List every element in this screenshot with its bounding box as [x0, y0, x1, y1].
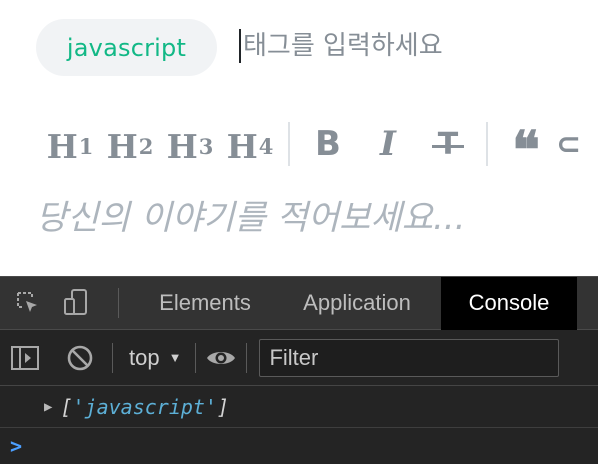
heading-4-button[interactable]: H4 [220, 118, 280, 170]
device-svg [64, 289, 87, 315]
tab-elements[interactable]: Elements [137, 277, 273, 330]
context-label: top [129, 344, 160, 370]
tab-application[interactable]: Application [273, 277, 441, 330]
heading-4-icon: H [226, 127, 258, 166]
inspect-element-icon[interactable] [4, 276, 52, 330]
link-icon: ⊂ [556, 126, 582, 162]
tab-console[interactable]: Console [441, 276, 577, 330]
sidebar-toggle-icon[interactable] [2, 331, 48, 385]
devtools-panel: Elements Application Console top ▼ Filte… [0, 276, 598, 464]
strikethrough-button[interactable]: T [418, 118, 478, 170]
quote-icon: ❝ [512, 120, 540, 181]
toolbar-divider [246, 342, 248, 373]
tag-input-wrapper [239, 22, 543, 70]
filter-input[interactable] [269, 344, 550, 371]
array-open-bracket: [ [60, 394, 73, 419]
eye-svg [207, 351, 236, 364]
live-expression-eye-icon[interactable] [196, 331, 246, 385]
device-toolbar-icon[interactable] [52, 276, 100, 330]
expand-arrow-icon[interactable]: ▶ [44, 399, 52, 415]
toolbar-divider [112, 342, 113, 373]
console-log-row: ▶ [ 'javascript' ] [0, 386, 598, 428]
sidebar-svg [11, 345, 39, 370]
dropdown-arrow-icon: ▼ [168, 350, 182, 365]
tag-chip-javascript[interactable]: javascript [36, 19, 217, 76]
toolbar-divider [288, 122, 290, 166]
tag-label: javascript [66, 33, 187, 62]
context-selector[interactable]: top ▼ [119, 330, 191, 386]
clear-console-icon[interactable] [48, 331, 112, 385]
link-button[interactable]: ⊂ [556, 118, 596, 170]
heading-1-icon: H [46, 127, 78, 166]
heading-4-level: 4 [258, 134, 274, 159]
toolbar-divider [486, 122, 488, 166]
strikethrough-letter: T [437, 126, 459, 162]
inspect-cursor-svg [17, 292, 37, 312]
italic-button[interactable]: I [358, 118, 418, 170]
heading-1-level: 1 [78, 134, 94, 159]
console-prompt-icon: > [10, 434, 23, 458]
bold-icon: B [315, 124, 341, 164]
heading-3-icon: H [166, 127, 198, 166]
devtools-tab-bar: Elements Application Console [0, 276, 598, 330]
array-close-bracket: ] [216, 394, 230, 419]
heading-2-icon: H [106, 127, 138, 166]
post-editor: javascript H1 H2 H3 H4 B I T ❝ ⊂ 당신의 이야기… [0, 0, 598, 276]
heading-2-level: 2 [138, 134, 154, 159]
bold-button[interactable]: B [298, 118, 358, 170]
heading-1-button[interactable]: H1 [40, 118, 100, 170]
strikethrough-icon: T [431, 126, 465, 162]
console-input-row[interactable]: > [0, 428, 598, 464]
tag-input[interactable] [243, 31, 543, 61]
heading-2-button[interactable]: H2 [100, 118, 160, 170]
editor-toolbar: H1 H2 H3 H4 B I T ❝ ⊂ [40, 118, 596, 177]
italic-icon: I [380, 124, 396, 164]
heading-3-button[interactable]: H3 [160, 118, 220, 170]
filter-box [259, 338, 560, 377]
quote-button[interactable]: ❝ [496, 111, 556, 177]
clear-svg [67, 345, 93, 370]
body-placeholder[interactable]: 당신의 이야기를 적어보세요... [36, 190, 465, 239]
heading-3-level: 3 [198, 134, 214, 159]
tab-bar-divider [118, 288, 119, 318]
array-string-value: 'javascript' [72, 394, 217, 419]
console-toolbar: top ▼ [0, 330, 598, 386]
text-caret [239, 29, 241, 63]
strike-line [431, 145, 465, 149]
